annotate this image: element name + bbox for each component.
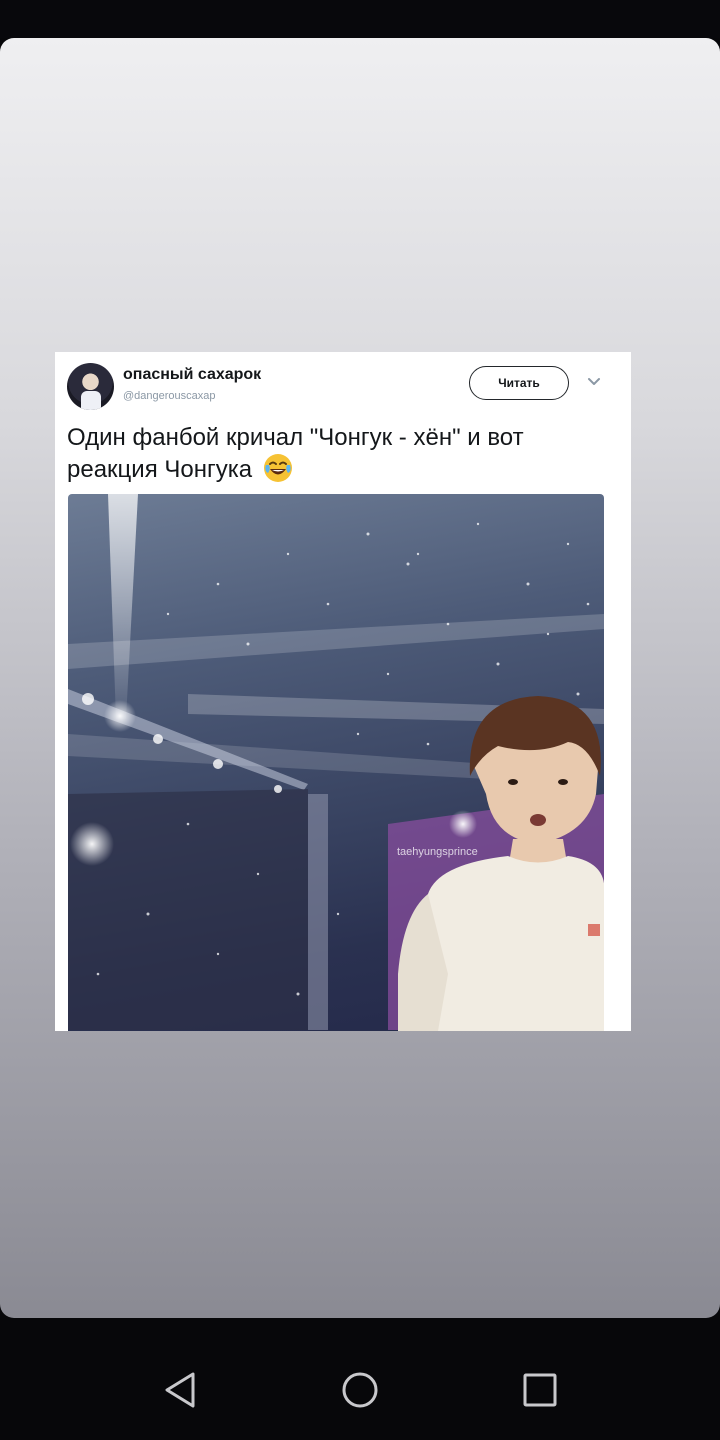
- user-handle: @dangerouscaxap: [123, 390, 216, 402]
- user-name: опасный сахарок: [123, 366, 262, 383]
- recents-button[interactable]: [518, 1368, 562, 1412]
- tweet-screenshot: опасный сахарок @dangerouscaxap Читать О…: [55, 352, 631, 1031]
- back-triangle-icon: [165, 1372, 195, 1408]
- navigation-bar: [0, 1318, 720, 1440]
- tweet-text-content: Один фанбой кричал "Чонгук - хён" и вот …: [67, 424, 524, 483]
- status-bar: [0, 0, 720, 38]
- home-button[interactable]: [338, 1368, 382, 1412]
- home-circle-icon: [342, 1372, 378, 1408]
- concert-photo: [68, 494, 604, 1031]
- avatar: [67, 363, 114, 410]
- chevron-down-icon: [588, 378, 600, 385]
- photo-watermark: taehyungsprince: [397, 846, 478, 858]
- follow-button: Читать: [469, 366, 569, 400]
- story-card: опасный сахарок @dangerouscaxap Читать О…: [0, 38, 720, 1318]
- tweet-photo: taehyungsprince: [68, 494, 604, 1031]
- recents-square-icon: [523, 1373, 557, 1407]
- laughing-crying-emoji-icon: [263, 454, 292, 482]
- back-button[interactable]: [158, 1368, 202, 1412]
- tweet-text: Один фанбой кричал "Чонгук - хён" и вот …: [67, 422, 607, 485]
